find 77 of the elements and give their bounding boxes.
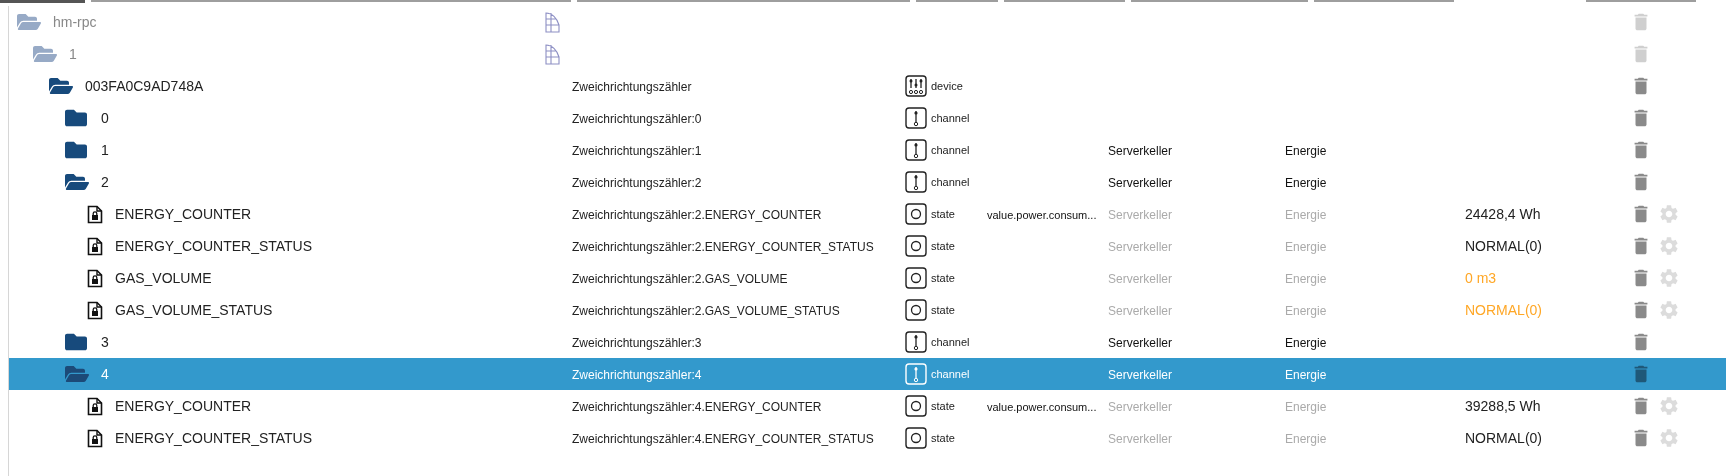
state-value: NORMAL(0) bbox=[1465, 302, 1542, 318]
object-type: channel bbox=[931, 144, 970, 156]
object-label: Zweichrichtungszähler:2.GAS_VOLUME bbox=[572, 272, 788, 286]
object-name: ENERGY_COUNTER bbox=[115, 206, 252, 222]
state-value: 0 m3 bbox=[1465, 270, 1497, 286]
object-name: 1 bbox=[101, 142, 109, 158]
object-label: Zweichrichtungszähler:2.GAS_VOLUME_STATUS bbox=[572, 304, 840, 318]
object-type: channel bbox=[931, 368, 970, 380]
tree-row[interactable]: 0 Zweichrichtungszähler:0 channel bbox=[9, 102, 1726, 134]
object-label: Zweichrichtungszähler:0 bbox=[572, 112, 702, 126]
object-label: Zweichrichtungszähler:2.ENERGY_COUNTER_STATUS bbox=[572, 240, 874, 254]
function-name: Energie bbox=[1285, 208, 1327, 222]
object-name: ENERGY_COUNTER_STATUS bbox=[115, 430, 313, 446]
function-name: Energie bbox=[1285, 336, 1327, 350]
room-name: Serverkeller bbox=[1108, 400, 1173, 414]
object-type: channel bbox=[931, 176, 970, 188]
object-label: Zweichrichtungszähler:2 bbox=[572, 176, 702, 190]
function-name: Energie bbox=[1285, 432, 1327, 446]
object-type: state bbox=[931, 304, 955, 316]
object-name: 4 bbox=[101, 366, 109, 382]
object-type: state bbox=[931, 400, 955, 412]
object-type: state bbox=[931, 272, 955, 284]
room-name: Serverkeller bbox=[1108, 432, 1173, 446]
tree-row[interactable]: 3 Zweichrichtungszähler:3 channel Serverkeller Energie bbox=[9, 326, 1726, 358]
object-name: hm-rpc bbox=[53, 14, 97, 30]
room-name: Serverkeller bbox=[1108, 368, 1173, 382]
room-name: Serverkeller bbox=[1108, 176, 1173, 190]
object-type: state bbox=[931, 208, 955, 220]
state-value: 39288,5 Wh bbox=[1465, 398, 1541, 414]
object-label: Zweichrichtungszähler:4.ENERGY_COUNTER_STATUS bbox=[572, 432, 874, 446]
object-name: 1 bbox=[69, 46, 77, 62]
object-type: state bbox=[931, 240, 955, 252]
object-name: 2 bbox=[101, 174, 109, 190]
object-label: Zweichrichtungszähler:2.ENERGY_COUNTER bbox=[572, 208, 822, 222]
tree-row[interactable]: ENERGY_COUNTER_STATUS Zweichrichtungszähler:4.ENERGY_COUNTER_STATUS state Serverkeller Energie NORMAL(0) bbox=[9, 422, 1726, 454]
tree-row[interactable]: GAS_VOLUME_STATUS Zweichrichtungszähler:2.GAS_VOLUME_STATUS state Serverkeller Energie NORMAL(0) bbox=[9, 294, 1726, 326]
function-name: Energie bbox=[1285, 240, 1327, 254]
object-type: channel bbox=[931, 112, 970, 124]
object-type: channel bbox=[931, 336, 970, 348]
function-name: Energie bbox=[1285, 368, 1327, 382]
room-name: Serverkeller bbox=[1108, 240, 1173, 254]
function-name: Energie bbox=[1285, 176, 1327, 190]
room-name: Serverkeller bbox=[1108, 272, 1173, 286]
room-name: Serverkeller bbox=[1108, 144, 1173, 158]
room-name: Serverkeller bbox=[1108, 208, 1173, 222]
object-label: Zweichrichtungszähler:3 bbox=[572, 336, 702, 350]
state-value: NORMAL(0) bbox=[1465, 238, 1542, 254]
object-name: 3 bbox=[101, 334, 109, 350]
object-name: GAS_VOLUME_STATUS bbox=[115, 302, 273, 318]
object-label: Zweichrichtungszähler bbox=[572, 80, 692, 94]
object-role: value.power.consum... bbox=[987, 209, 1097, 221]
object-name: GAS_VOLUME bbox=[115, 270, 212, 286]
object-label: Zweichrichtungszähler:4 bbox=[572, 368, 702, 382]
object-label: Zweichrichtungszähler:4.ENERGY_COUNTER bbox=[572, 400, 822, 414]
room-name: Serverkeller bbox=[1108, 336, 1173, 350]
function-name: Energie bbox=[1285, 304, 1327, 318]
tree-row[interactable]: ENERGY_COUNTER Zweichrichtungszähler:2.ENERGY_COUNTER state value.power.consum... Serverkeller Energie 24428,4 Wh bbox=[9, 198, 1726, 230]
tree-row[interactable]: 003FA0C9AD748A Zweichrichtungszähler device bbox=[9, 70, 1726, 102]
object-type: state bbox=[931, 432, 955, 444]
function-name: Energie bbox=[1285, 144, 1327, 158]
function-name: Energie bbox=[1285, 400, 1327, 414]
object-name: ENERGY_COUNTER bbox=[115, 398, 252, 414]
tree-row[interactable]: GAS_VOLUME Zweichrichtungszähler:2.GAS_VOLUME state Serverkeller Energie 0 m3 bbox=[9, 262, 1726, 294]
tree-row[interactable]: ENERGY_COUNTER Zweichrichtungszähler:4.ENERGY_COUNTER state value.power.consum... Serverkeller Energie 39288,5 Wh bbox=[9, 390, 1726, 422]
tree-row[interactable]: ENERGY_COUNTER_STATUS Zweichrichtungszähler:2.ENERGY_COUNTER_STATUS state Serverkeller Energie NORMAL(0) bbox=[9, 230, 1726, 262]
state-value: 24428,4 Wh bbox=[1465, 206, 1541, 222]
state-value: NORMAL(0) bbox=[1465, 430, 1542, 446]
object-label: Zweichrichtungszähler:1 bbox=[572, 144, 702, 158]
object-name: ENERGY_COUNTER_STATUS bbox=[115, 238, 313, 254]
object-name: 0 bbox=[101, 110, 109, 126]
function-name: Energie bbox=[1285, 272, 1327, 286]
object-role: value.power.consum... bbox=[987, 401, 1097, 413]
object-type: device bbox=[931, 80, 963, 92]
object-name: 003FA0C9AD748A bbox=[85, 78, 204, 94]
tree-row[interactable]: 1 Zweichrichtungszähler:1 channel Serverkeller Energie bbox=[9, 134, 1726, 166]
tree-row[interactable]: 2 Zweichrichtungszähler:2 channel Serverkeller Energie bbox=[9, 166, 1726, 198]
room-name: Serverkeller bbox=[1108, 304, 1173, 318]
